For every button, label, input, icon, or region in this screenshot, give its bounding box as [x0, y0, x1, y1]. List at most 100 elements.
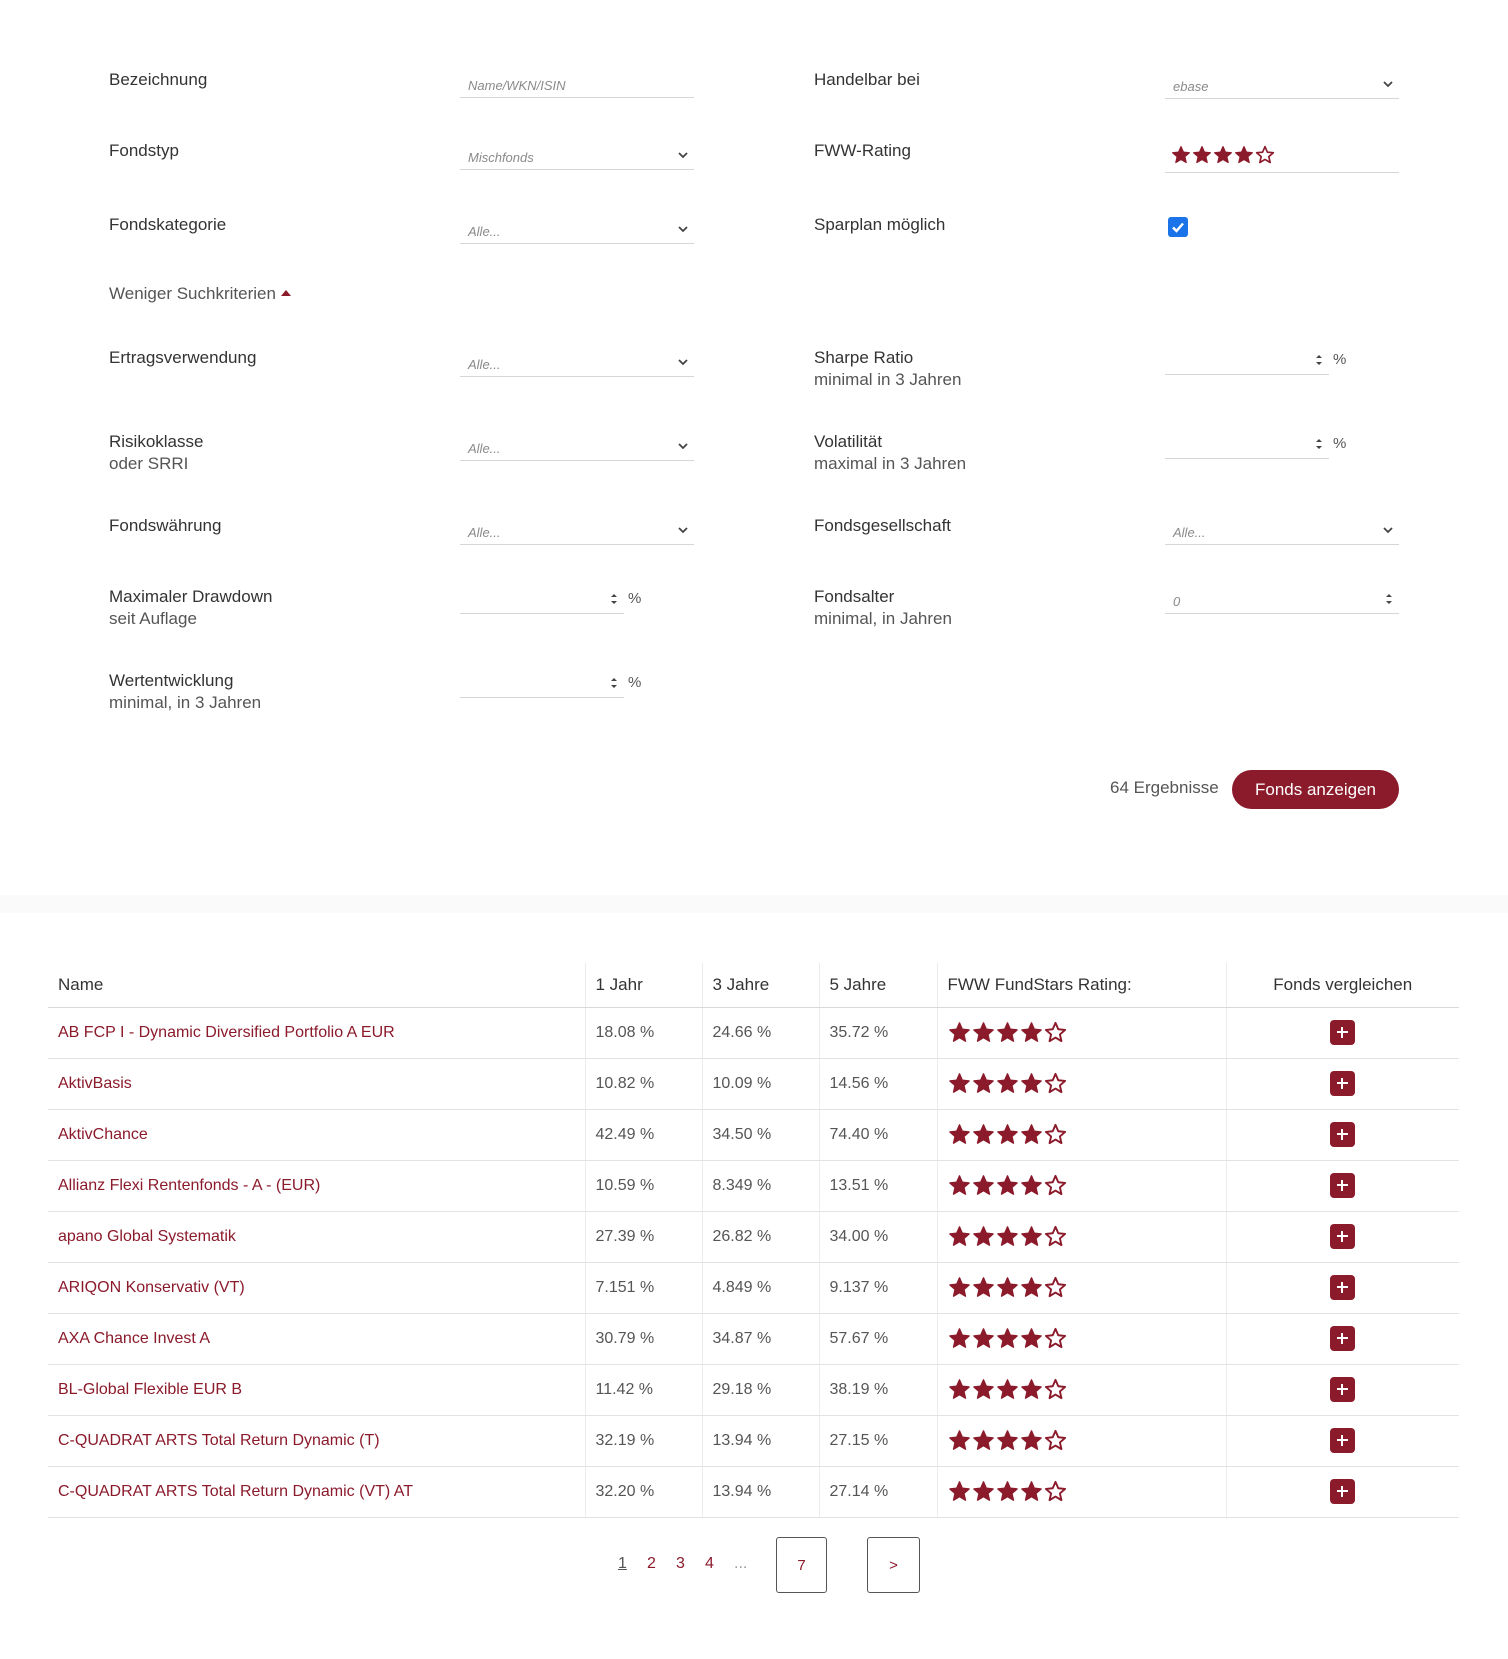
spinner-icon[interactable] — [1313, 352, 1325, 368]
fondskategorie-value: Alle... — [468, 224, 501, 239]
risikoklasse-value: Alle... — [468, 441, 501, 456]
star-outline-icon — [1044, 1123, 1066, 1145]
compare-cell — [1225, 1058, 1459, 1110]
fund-name-link[interactable]: AB FCP I - Dynamic Diversified Portfolio… — [48, 1007, 585, 1059]
star-filled-icon — [996, 1175, 1018, 1195]
fund-name-link[interactable]: AktivBasis — [48, 1058, 585, 1110]
spinner-icon[interactable] — [608, 591, 620, 607]
table-row: Allianz Flexi Rentenfonds - A - (EUR) 10.… — [48, 1160, 1459, 1212]
page-last[interactable]: 7 — [776, 1537, 827, 1593]
star-filled-icon — [996, 1430, 1018, 1450]
header-1-jahr[interactable]: 1 Jahr — [584, 963, 702, 1008]
sharpe-input[interactable] — [1165, 347, 1329, 375]
fund-name-link[interactable]: BL-Global Flexible EUR B — [48, 1364, 585, 1416]
perf-5-jahre: 27.15 % — [818, 1415, 937, 1467]
sparplan-checkbox[interactable] — [1168, 217, 1188, 237]
header-3-jahre[interactable]: 3 Jahre — [701, 963, 819, 1008]
handelbar-select[interactable]: ebase — [1165, 71, 1399, 99]
fund-name-link[interactable]: ARIQON Konservativ (VT) — [48, 1262, 585, 1314]
fund-name-link[interactable]: AktivChance — [48, 1109, 585, 1161]
perf-3-jahre: 29.18 % — [701, 1364, 819, 1416]
compare-cell — [1225, 1313, 1459, 1365]
perf-1-jahr: 42.49 % — [584, 1109, 702, 1161]
bezeichnung-input[interactable]: Name/WKN/ISIN — [460, 70, 694, 98]
plus-icon[interactable] — [1330, 1173, 1356, 1198]
fundstars-rating — [936, 1211, 1226, 1263]
next-page-button[interactable]: > — [867, 1537, 920, 1593]
search-form: Bezeichnung Name/WKN/ISIN Handelbar bei … — [0, 0, 1508, 895]
drawdown-input[interactable] — [460, 586, 624, 614]
spinner-icon[interactable] — [608, 675, 620, 691]
fund-name-link[interactable]: C-QUADRAT ARTS Total Return Dynamic (VT)… — [48, 1466, 585, 1518]
page-2[interactable]: 2 — [647, 1555, 656, 1573]
perf-1-jahr: 7.151 % — [584, 1262, 702, 1314]
bezeichnung-label: Bezeichnung — [109, 70, 208, 89]
fund-name-link[interactable]: Allianz Flexi Rentenfonds - A - (EUR) — [48, 1160, 585, 1212]
spinner-icon[interactable] — [1313, 436, 1325, 452]
perf-1-jahr: 18.08 % — [584, 1007, 702, 1059]
wertentwicklung-input[interactable] — [460, 670, 624, 698]
perf-1-jahr: 10.82 % — [584, 1058, 702, 1110]
risikoklasse-select[interactable]: Alle... — [460, 433, 694, 461]
fondswaehrung-select[interactable]: Alle... — [460, 517, 694, 545]
star-filled-icon — [948, 1022, 970, 1042]
fondswaehrung-value: Alle... — [468, 525, 501, 540]
plus-icon[interactable] — [1330, 1224, 1356, 1249]
fondsalter-value: 0 — [1173, 594, 1181, 609]
star-filled-icon — [948, 1379, 970, 1399]
star-filled-icon — [1020, 1430, 1042, 1450]
header-5-jahre[interactable]: 5 Jahre — [818, 963, 937, 1008]
fund-name-link[interactable]: apano Global Systematik — [48, 1211, 585, 1263]
table-header-row: Name 1 Jahr 3 Jahre 5 Jahre FWW FundStar… — [48, 963, 1459, 1008]
perf-3-jahre: 13.94 % — [701, 1466, 819, 1518]
sharpe-subtitle: minimal in 3 Jahren — [814, 370, 962, 389]
star-filled-icon — [996, 1226, 1018, 1246]
star-filled-icon — [1020, 1175, 1042, 1195]
page-3[interactable]: 3 — [676, 1555, 685, 1573]
chevron-down-icon — [678, 527, 688, 534]
plus-icon[interactable] — [1330, 1326, 1356, 1351]
plus-icon[interactable] — [1330, 1020, 1356, 1045]
fondsalter-input[interactable]: 0 — [1165, 586, 1399, 614]
fondstyp-select[interactable]: Mischfonds — [460, 142, 694, 170]
rating-stars — [948, 1072, 1226, 1095]
plus-icon[interactable] — [1330, 1479, 1356, 1504]
star-outline-icon — [1044, 1429, 1066, 1451]
star-filled-icon — [972, 1022, 994, 1042]
fund-name-link[interactable]: C-QUADRAT ARTS Total Return Dynamic (T) — [48, 1415, 585, 1467]
fondsgesellschaft-select[interactable]: Alle... — [1165, 517, 1399, 545]
perf-5-jahre: 14.56 % — [818, 1058, 937, 1110]
star-filled-icon — [948, 1481, 970, 1501]
volatilitaet-input[interactable] — [1165, 431, 1329, 459]
star-filled-icon — [948, 1277, 970, 1297]
ertragsverwendung-select[interactable]: Alle... — [460, 349, 694, 377]
handelbar-value: ebase — [1173, 79, 1209, 94]
spinner-icon[interactable] — [1383, 591, 1395, 607]
star-filled-icon — [996, 1124, 1018, 1144]
fewer-criteria-toggle[interactable]: Weniger Suchkriterien — [109, 284, 291, 304]
fondskategorie-select[interactable]: Alle... — [460, 216, 694, 244]
plus-icon[interactable] — [1330, 1122, 1356, 1147]
page-4[interactable]: 4 — [705, 1555, 714, 1573]
show-funds-button[interactable]: Fonds anzeigen — [1232, 770, 1399, 809]
rating-stars — [948, 1021, 1226, 1044]
bezeichnung-placeholder: Name/WKN/ISIN — [468, 78, 566, 93]
fww-rating-field[interactable] — [1165, 145, 1399, 173]
plus-icon[interactable] — [1330, 1071, 1356, 1096]
fund-name-link[interactable]: AXA Chance Invest A — [48, 1313, 585, 1365]
volatilitaet-subtitle: maximal in 3 Jahren — [814, 454, 967, 473]
star-filled-icon — [1214, 146, 1232, 164]
rating-stars — [948, 1480, 1226, 1503]
volatilitaet-label: Volatilität maximal in 3 Jahren — [814, 431, 966, 475]
header-name[interactable]: Name — [48, 963, 585, 1008]
chevron-down-icon — [1383, 527, 1393, 534]
plus-icon[interactable] — [1330, 1275, 1356, 1300]
plus-icon[interactable] — [1330, 1428, 1356, 1453]
plus-icon[interactable] — [1330, 1377, 1356, 1402]
wertentwicklung-unit: % — [628, 674, 642, 691]
handelbar-label: Handelbar bei — [814, 70, 920, 89]
sharpe-label: Sharpe Ratio minimal in 3 Jahren — [814, 347, 961, 391]
page-1[interactable]: 1 — [618, 1555, 627, 1573]
fww-rating-stars[interactable] — [1171, 145, 1275, 165]
star-filled-icon — [1172, 146, 1190, 164]
